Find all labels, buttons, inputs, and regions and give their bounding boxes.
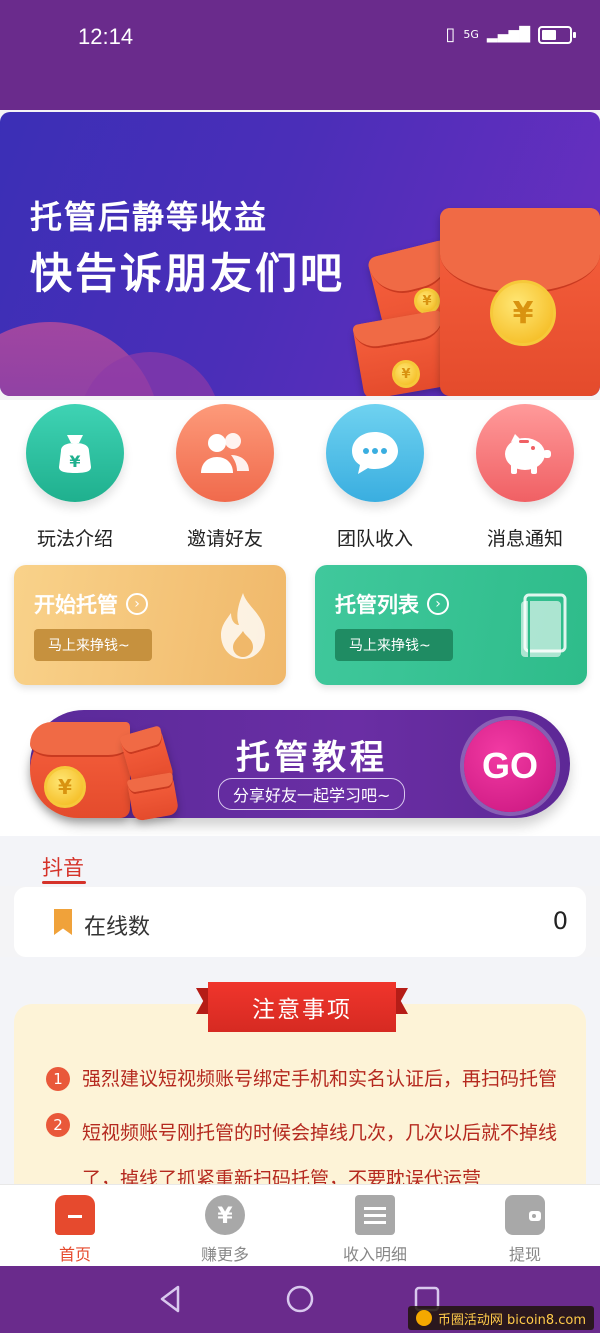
promo-banner[interactable]: 托管后静等收益 快告诉朋友们吧 ¥ ¥ ¥: [0, 112, 600, 396]
book-icon: [517, 591, 571, 675]
banner-headline: 托管后静等收益: [30, 198, 269, 236]
nav-earn-more[interactable]: ¥ 赚更多: [150, 1195, 300, 1265]
note-number: 1: [46, 1067, 70, 1091]
nav-income-details[interactable]: 收入明细: [300, 1195, 450, 1265]
notes-ribbon: 注意事项: [196, 982, 408, 1032]
coin-icon: ¥: [490, 280, 556, 346]
signal-icon: ▂▄▆█: [486, 26, 530, 43]
watermark: 币圈活动网 bicoin8.com: [407, 1306, 594, 1330]
svg-text:¥: ¥: [217, 1204, 233, 1229]
nav-label: 收入明细: [342, 1245, 407, 1264]
clock: 12:14: [78, 24, 134, 49]
nav-label: 赚更多: [200, 1245, 249, 1264]
note-text: 强烈建议短视频账号绑定手机和实名认证后，再扫码托管: [82, 1068, 558, 1090]
watermark-text: 币圈活动网 bicoin8.com: [437, 1312, 586, 1328]
hosting-list-card[interactable]: 托管列表 › 马上来挣钱~: [315, 565, 587, 685]
quick-item-label: 消息通知: [486, 528, 563, 550]
card-title: 托管列表 ›: [335, 589, 449, 619]
notes-heading: 注意事项: [208, 982, 396, 1032]
go-button[interactable]: GO: [464, 720, 556, 812]
nav-label: 首页: [58, 1245, 91, 1264]
nav-home[interactable]: 首页: [0, 1195, 150, 1265]
quick-menu: ¥ 玩法介绍 邀请好友 团队收入 消息通知: [0, 400, 600, 560]
note-number: 2: [46, 1113, 70, 1137]
card-pill: 马上来挣钱~: [335, 629, 453, 661]
tab-douyin[interactable]: 抖音: [42, 852, 84, 882]
notes-panel: 1 强烈建议短视频账号绑定手机和实名认证后，再扫码托管 2 短视频账号刚托管的时…: [14, 1004, 586, 1204]
flame-icon: [216, 591, 270, 675]
tutorial-title: 托管教程: [236, 738, 388, 778]
bottom-nav: 首页 ¥ 赚更多 收入明细 提现: [0, 1184, 600, 1266]
svg-text:¥: ¥: [69, 452, 80, 471]
platform-tabs: 抖音: [0, 836, 600, 886]
tab-underline: [42, 881, 86, 884]
home-icon: [55, 1195, 95, 1235]
money-bag-icon: ¥: [26, 404, 124, 502]
yen-coin-icon: ¥: [205, 1195, 245, 1235]
chat-bubble-icon: [326, 404, 424, 502]
note-item: 1 强烈建议短视频账号绑定手机和实名认证后，再扫码托管: [46, 1064, 586, 1094]
quick-item-label: 玩法介绍: [36, 528, 113, 550]
banner-subheadline: 快告诉朋友们吧: [30, 249, 346, 298]
coin-icon: ¥: [392, 360, 420, 388]
quick-item-label: 团队收入: [336, 528, 413, 550]
quick-item-notifications[interactable]: 消息通知: [450, 404, 600, 551]
wallet-icon: [505, 1195, 545, 1235]
red-envelope-icon: [30, 722, 130, 818]
card-title-text: 开始托管: [34, 593, 118, 617]
vibrate-icon: ▯: [445, 24, 456, 45]
card-title: 开始托管 ›: [34, 589, 148, 619]
online-value: 0: [552, 907, 568, 935]
home-circle-icon[interactable]: [285, 1284, 315, 1314]
network-type-icon: 5G: [463, 28, 479, 41]
chevron-right-icon: ›: [126, 593, 148, 615]
people-icon: [176, 404, 274, 502]
coin-icon: ¥: [44, 766, 86, 808]
piggy-bank-icon: [476, 404, 574, 502]
card-title-text: 托管列表: [335, 593, 419, 617]
battery-icon: [538, 25, 576, 44]
feature-cards: 开始托管 › 马上来挣钱~ 托管列表 › 马上来挣钱~: [0, 560, 600, 706]
online-count-card: 在线数 0: [14, 887, 586, 957]
status-bar: 12:14 ▯ 5G ▂▄▆█: [0, 0, 600, 110]
watermark-coin-icon: [415, 1310, 432, 1326]
red-envelope-icon: [126, 772, 180, 822]
document-icon: [355, 1195, 395, 1235]
quick-item-team-income[interactable]: 团队收入: [300, 404, 450, 551]
tutorial-subtitle: 分享好友一起学习吧~: [218, 778, 406, 810]
tutorial-section: ¥ 托管教程 分享好友一起学习吧~ GO: [0, 706, 600, 836]
quick-item-rules[interactable]: ¥ 玩法介绍: [0, 404, 150, 551]
nav-withdraw[interactable]: 提现: [450, 1195, 600, 1265]
nav-label: 提现: [508, 1245, 541, 1264]
back-icon[interactable]: [156, 1284, 186, 1314]
status-icons: ▯ 5G ▂▄▆█: [445, 24, 576, 45]
quick-item-label: 邀请好友: [186, 528, 263, 550]
card-pill: 马上来挣钱~: [34, 629, 152, 661]
tutorial-banner[interactable]: ¥ 托管教程 分享好友一起学习吧~ GO: [30, 710, 570, 822]
online-label: 在线数: [84, 915, 151, 940]
chevron-right-icon: ›: [427, 593, 449, 615]
quick-item-invite[interactable]: 邀请好友: [150, 404, 300, 551]
bookmark-icon: [54, 909, 72, 935]
start-hosting-card[interactable]: 开始托管 › 马上来挣钱~: [14, 565, 286, 685]
